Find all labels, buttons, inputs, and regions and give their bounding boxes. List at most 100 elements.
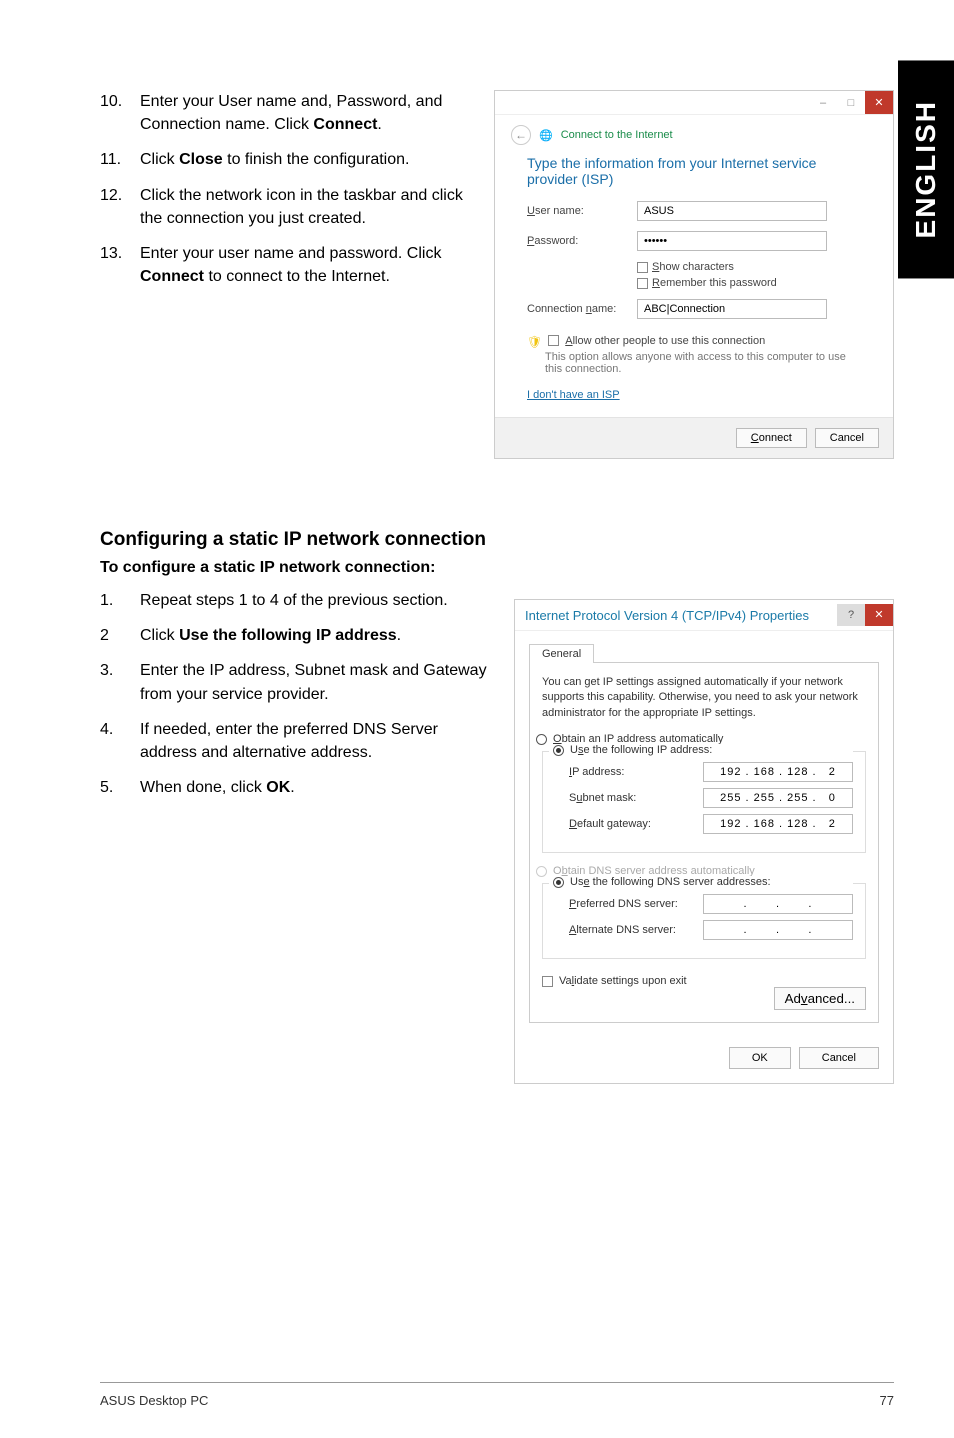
list-item: 10. Enter your User name and, Password, … bbox=[100, 90, 474, 136]
show-characters-label: Show characters bbox=[652, 261, 734, 273]
connect-button[interactable]: Connect bbox=[736, 428, 807, 448]
section-heading: Configuring a static IP network connecti… bbox=[100, 529, 894, 551]
top-steps: 10. Enter your User name and, Password, … bbox=[100, 90, 474, 300]
text-bold: Connect bbox=[313, 116, 377, 133]
dns-group: Use the following DNS server addresses: … bbox=[542, 883, 866, 959]
use-following-ip-radio[interactable] bbox=[553, 745, 564, 756]
preferred-dns-label: Preferred DNS server: bbox=[569, 898, 703, 910]
allow-others-label: Allow other people to use this connectio… bbox=[565, 335, 765, 347]
default-gateway-label: Default gateway: bbox=[569, 818, 703, 830]
dialog-button-bar: OK Cancel bbox=[515, 1035, 893, 1083]
ip-address-input[interactable] bbox=[703, 762, 853, 782]
step-number: 2 bbox=[100, 624, 140, 647]
list-item: 5. When done, click OK. bbox=[100, 776, 494, 799]
no-isp-link[interactable]: I don't have an ISP bbox=[527, 389, 620, 401]
close-button[interactable]: ✕ bbox=[865, 604, 893, 626]
text-fragment: . bbox=[290, 779, 294, 796]
breadcrumb-text: Connect to the Internet bbox=[561, 129, 673, 141]
page-number: 77 bbox=[880, 1393, 894, 1408]
breadcrumb: ← 🌐 Connect to the Internet bbox=[495, 115, 893, 145]
text-bold: OK bbox=[266, 779, 290, 796]
section-subheading: To configure a static IP network connect… bbox=[100, 559, 894, 577]
page-footer: ASUS Desktop PC 77 bbox=[100, 1382, 894, 1408]
connection-name-label: Connection name: bbox=[527, 303, 637, 315]
obtain-ip-auto-radio[interactable] bbox=[536, 734, 547, 745]
text-bold: Use the following IP address bbox=[179, 627, 397, 644]
text-fragment: When done, click bbox=[140, 779, 266, 796]
description-text: You can get IP settings assigned automat… bbox=[542, 675, 866, 721]
cancel-button[interactable]: Cancel bbox=[799, 1047, 879, 1069]
text-fragment: Click the network icon in the taskbar an… bbox=[140, 187, 463, 227]
mid-steps: 1. Repeat steps 1 to 4 of the previous s… bbox=[100, 589, 494, 811]
allow-others-sublabel: This option allows anyone with access to… bbox=[545, 351, 861, 375]
list-item: 2 Click Use the following IP address. bbox=[100, 624, 494, 647]
use-following-dns-label: Use the following DNS server addresses: bbox=[570, 876, 771, 888]
cancel-button[interactable]: Cancel bbox=[815, 428, 879, 448]
default-gateway-input[interactable] bbox=[703, 814, 853, 834]
subnet-mask-label: Subnet mask: bbox=[569, 792, 703, 804]
tab-general[interactable]: General bbox=[529, 644, 594, 663]
allow-others-checkbox[interactable] bbox=[548, 335, 559, 346]
list-item: 4. If needed, enter the preferred DNS Se… bbox=[100, 718, 494, 764]
list-item: 13. Enter your user name and password. C… bbox=[100, 242, 474, 288]
help-button[interactable]: ? bbox=[837, 604, 865, 626]
text-fragment: Enter your user name and password. Click bbox=[140, 245, 441, 262]
show-characters-checkbox[interactable] bbox=[637, 262, 648, 273]
shield-icon: 🛡 bbox=[527, 335, 542, 349]
text-fragment: . bbox=[397, 627, 401, 644]
text-fragment: to finish the configuration. bbox=[223, 151, 410, 168]
connection-name-input[interactable] bbox=[637, 299, 827, 319]
username-input[interactable] bbox=[637, 201, 827, 221]
back-button[interactable]: ← bbox=[511, 125, 531, 145]
step-number: 5. bbox=[100, 776, 140, 799]
step-text: Enter the IP address, Subnet mask and Ga… bbox=[140, 659, 494, 705]
dialog-title: Internet Protocol Version 4 (TCP/IPv4) P… bbox=[525, 608, 809, 623]
ip-group: Use the following IP address: IP address… bbox=[542, 751, 866, 853]
ip-address-label: IP address: bbox=[569, 766, 703, 778]
step-text: Enter your User name and, Password, and … bbox=[140, 90, 474, 136]
subnet-mask-input[interactable] bbox=[703, 788, 853, 808]
step-text: Click Close to finish the configuration. bbox=[140, 148, 474, 171]
step-number: 11. bbox=[100, 148, 140, 171]
minimize-button[interactable]: – bbox=[809, 91, 837, 114]
validate-settings-checkbox[interactable] bbox=[542, 976, 553, 987]
preferred-dns-input[interactable] bbox=[703, 894, 853, 914]
remember-password-label: Remember this password bbox=[652, 277, 777, 289]
step-text: Repeat steps 1 to 4 of the previous sect… bbox=[140, 589, 494, 612]
step-text: Click the network icon in the taskbar an… bbox=[140, 184, 474, 230]
remember-password-checkbox[interactable] bbox=[637, 278, 648, 289]
step-number: 3. bbox=[100, 659, 140, 705]
step-number: 12. bbox=[100, 184, 140, 230]
ipv4-properties-dialog: Internet Protocol Version 4 (TCP/IPv4) P… bbox=[514, 599, 894, 1084]
obtain-dns-auto-radio bbox=[536, 866, 547, 877]
globe-icon: 🌐 bbox=[539, 129, 553, 142]
text-bold: Connect bbox=[140, 268, 204, 285]
step-text: When done, click OK. bbox=[140, 776, 494, 799]
step-text: If needed, enter the preferred DNS Serve… bbox=[140, 718, 494, 764]
alternate-dns-label: Alternate DNS server: bbox=[569, 924, 703, 936]
use-following-ip-label: Use the following IP address: bbox=[570, 744, 712, 756]
password-input[interactable] bbox=[637, 231, 827, 251]
text-fragment: to connect to the Internet. bbox=[204, 268, 390, 285]
titlebar: – □ ✕ bbox=[495, 91, 893, 115]
alternate-dns-input[interactable] bbox=[703, 920, 853, 940]
list-item: 12. Click the network icon in the taskba… bbox=[100, 184, 474, 230]
dialog-button-bar: Connect Cancel bbox=[495, 417, 893, 458]
step-text: Enter your user name and password. Click… bbox=[140, 242, 474, 288]
list-item: 3. Enter the IP address, Subnet mask and… bbox=[100, 659, 494, 705]
dialog-heading: Type the information from your Internet … bbox=[527, 155, 861, 187]
text-fragment: Click bbox=[140, 151, 179, 168]
step-number: 10. bbox=[100, 90, 140, 136]
advanced-button[interactable]: Advanced... bbox=[774, 987, 866, 1010]
text-fragment: Enter your User name and, Password, and … bbox=[140, 93, 442, 133]
password-label: Password: bbox=[527, 235, 637, 247]
use-following-dns-radio[interactable] bbox=[553, 877, 564, 888]
ok-button[interactable]: OK bbox=[729, 1047, 791, 1069]
list-item: 11. Click Close to finish the configurat… bbox=[100, 148, 474, 171]
maximize-button[interactable]: □ bbox=[837, 91, 865, 114]
close-button[interactable]: ✕ bbox=[865, 91, 893, 114]
step-number: 4. bbox=[100, 718, 140, 764]
step-number: 13. bbox=[100, 242, 140, 288]
list-item: 1. Repeat steps 1 to 4 of the previous s… bbox=[100, 589, 494, 612]
text-bold: Close bbox=[179, 151, 223, 168]
